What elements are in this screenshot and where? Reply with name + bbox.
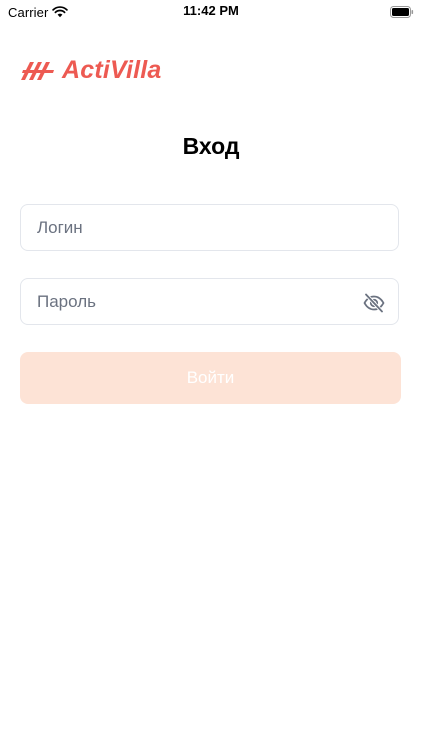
password-field[interactable] [20, 278, 399, 325]
status-bar: Carrier 11:42 PM [0, 0, 422, 24]
status-time: 11:42 PM [183, 3, 239, 18]
login-field[interactable] [20, 204, 399, 251]
page-title: Вход [182, 133, 240, 159]
login-button[interactable]: Войти [20, 352, 401, 404]
login-input[interactable] [21, 205, 398, 250]
logo-text: ActiVilla [62, 56, 162, 84]
app-logo: ActiVilla [20, 56, 162, 84]
battery-icon [390, 5, 414, 18]
eye-off-icon[interactable] [362, 291, 386, 315]
password-input[interactable] [21, 279, 398, 324]
activilla-logo-mark-icon [20, 59, 56, 81]
